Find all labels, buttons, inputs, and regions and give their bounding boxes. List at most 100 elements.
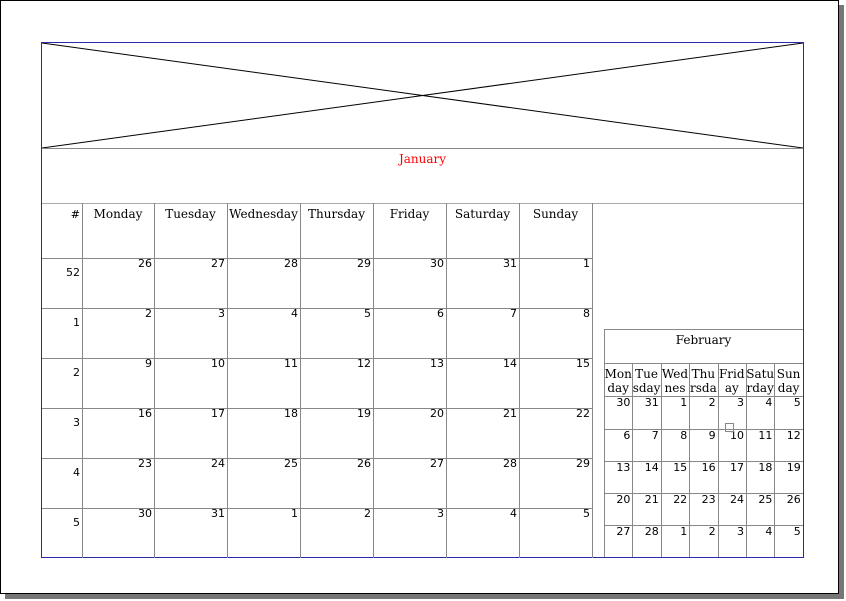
day-cell: 25 [758, 493, 773, 506]
grid-line [373, 203, 374, 558]
week-number: 1 [73, 316, 80, 329]
day-cell: 13 [616, 461, 631, 474]
day-cell: 4 [765, 396, 773, 409]
day-cell: 5 [793, 525, 801, 538]
day-cell: 29 [357, 257, 371, 270]
day-cell: 26 [786, 493, 801, 506]
weekday-header: Saturday [746, 367, 775, 395]
weekday-header: Thursday [308, 207, 365, 221]
grid-line [604, 329, 605, 363]
day-cell: 24 [729, 493, 744, 506]
week-number: 5 [73, 516, 80, 529]
day-cell: 18 [758, 461, 773, 474]
grid-line [746, 363, 747, 557]
day-cell: 1 [583, 257, 590, 270]
day-cell: 2 [708, 396, 716, 409]
day-cell: 25 [284, 457, 298, 470]
day-cell: 1 [680, 396, 688, 409]
day-cell: 27 [616, 525, 631, 538]
weekday-header: Monday [93, 207, 143, 221]
grid-line [519, 203, 520, 558]
day-cell: 13 [430, 357, 444, 370]
image-placeholder-icon [42, 43, 803, 148]
day-cell: 15 [673, 461, 688, 474]
day-cell: 28 [503, 457, 517, 470]
day-cell: 30 [430, 257, 444, 270]
weekday-header: Tuesday [632, 367, 661, 395]
weekday-header: Friday [718, 367, 745, 395]
grid-line [632, 363, 634, 557]
grid-line [604, 493, 803, 494]
day-cell: 11 [758, 429, 773, 442]
mini-month-title: February [675, 333, 732, 347]
day-cell: 5 [583, 507, 590, 520]
day-cell: 4 [291, 307, 298, 320]
grid-line [42, 408, 592, 409]
day-cell: 12 [357, 357, 371, 370]
grid-line [604, 363, 803, 364]
grid-line [604, 461, 803, 462]
day-cell: 9 [708, 429, 716, 442]
month-title: January [398, 152, 447, 166]
day-cell: 27 [430, 457, 444, 470]
day-cell: 4 [510, 507, 517, 520]
weekday-header: Tuesday [165, 207, 216, 221]
day-cell: 28 [644, 525, 659, 538]
day-cell: 20 [616, 493, 631, 506]
grid-line [660, 363, 662, 557]
day-cell: 5 [364, 307, 371, 320]
grid-line [300, 203, 301, 558]
day-cell: 6 [623, 429, 631, 442]
day-cell: 21 [503, 407, 517, 420]
day-cell: 12 [786, 429, 801, 442]
grid-line [689, 363, 691, 557]
weekday-header: Saturday [454, 207, 511, 221]
day-cell: 3 [218, 307, 225, 320]
week-number: 3 [73, 416, 80, 429]
day-cell: 10 [211, 357, 225, 370]
day-cell: 19 [786, 461, 801, 474]
day-cell: 27 [211, 257, 225, 270]
day-cell: 2 [145, 307, 152, 320]
week-number: 2 [73, 366, 80, 379]
grid-line [42, 458, 592, 459]
broken-image-icon [725, 423, 734, 432]
day-cell: 1 [680, 525, 688, 538]
day-cell: 28 [284, 257, 298, 270]
day-cell: 6 [437, 307, 444, 320]
grid-line [42, 308, 592, 309]
weekday-header: Wednesday [229, 207, 298, 221]
grid-line [42, 508, 592, 509]
day-cell: 31 [503, 257, 517, 270]
weekday-header: Monday [604, 367, 632, 395]
day-cell: 3 [437, 507, 444, 520]
grid-line [42, 358, 592, 359]
grid-line [592, 203, 593, 558]
calendar-frame: January # Monday Tuesday Wednesday Thursday F… [41, 42, 804, 558]
grid-line [774, 363, 776, 557]
day-cell: 29 [576, 457, 590, 470]
weekday-header: Sunday [532, 207, 579, 221]
day-cell: 4 [765, 525, 773, 538]
grid-line [604, 329, 803, 330]
grid-line [604, 363, 605, 557]
day-cell: 17 [729, 461, 744, 474]
day-cell: 17 [211, 407, 225, 420]
day-cell: 5 [793, 396, 801, 409]
grid-line [604, 396, 803, 397]
grid-line [82, 203, 83, 558]
day-cell: 18 [284, 407, 298, 420]
weekday-header: Wednesday [661, 367, 689, 395]
day-cell: 10 [729, 429, 744, 442]
weekday-header: Sunday [776, 367, 801, 395]
week-number-header: # [70, 208, 80, 221]
grid-line [446, 203, 447, 558]
day-cell: 3 [736, 525, 744, 538]
grid-line [604, 429, 803, 430]
grid-line [42, 258, 592, 259]
day-cell: 11 [284, 357, 298, 370]
calendar-page: January # Monday Tuesday Wednesday Thursday F… [0, 0, 839, 594]
day-cell: 16 [701, 461, 716, 474]
day-cell: 21 [644, 493, 659, 506]
banner-image-placeholder [42, 43, 803, 149]
